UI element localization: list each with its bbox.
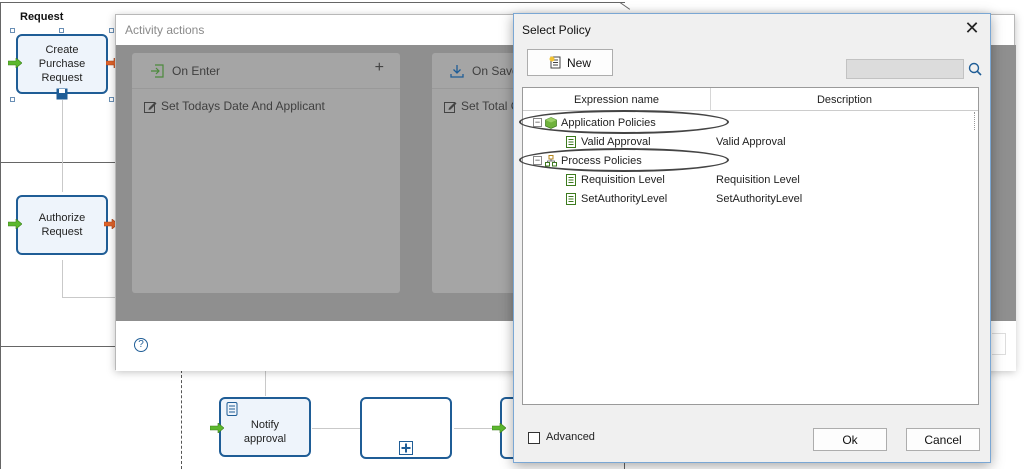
new-button-label: New (566, 55, 591, 70)
on-save-header: On Save (432, 53, 522, 89)
diagram-right-line (619, 2, 631, 10)
connector (62, 297, 122, 298)
add-action-icon[interactable]: + (375, 59, 384, 77)
task-label: Authorize Request (38, 212, 86, 238)
ok-button[interactable]: Ok (813, 428, 887, 451)
incoming-arrow-icon (8, 219, 22, 229)
action-item[interactable]: Set Total C (432, 89, 522, 113)
on-save-label: On Save (472, 63, 519, 78)
policy-document-icon (566, 193, 576, 205)
action-item-label: Set Todays Date And Applicant (161, 99, 325, 113)
select-policy-dialog: Select Policy ✕ New Expression name Desc… (513, 13, 991, 463)
script-icon (226, 402, 238, 416)
column-label: Expression name (574, 93, 659, 106)
cancel-button-label: Cancel (924, 432, 962, 447)
edit-icon (144, 101, 157, 113)
selection-handle[interactable] (59, 28, 64, 33)
column-header-expression-name[interactable]: Expression name (523, 88, 711, 111)
search-icon[interactable] (968, 62, 982, 76)
action-item-label: Set Total C (461, 99, 520, 113)
incoming-arrow-icon (492, 423, 506, 433)
selection-handle[interactable] (109, 28, 114, 33)
edit-icon (444, 101, 457, 113)
lane-vertical-border (0, 2, 1, 469)
action-item[interactable]: Set Todays Date And Applicant (132, 89, 400, 113)
expand-subprocess-icon[interactable] (399, 441, 413, 455)
incoming-arrow-icon (210, 423, 224, 433)
on-enter-header: On Enter (132, 53, 400, 89)
advanced-label: Advanced (546, 431, 595, 443)
dialog-title: Select Policy (522, 23, 591, 37)
lane-label: Request (20, 11, 64, 23)
selection-handle[interactable] (10, 97, 15, 102)
connector (62, 260, 63, 297)
search-input[interactable] (846, 59, 964, 79)
column-header-description[interactable]: Description (711, 88, 978, 111)
connector (62, 100, 63, 192)
enter-icon (151, 63, 164, 78)
policy-tree-grid: Expression name Description − Applicatio… (519, 87, 979, 405)
item-name: SetAuthorityLevel (581, 193, 668, 205)
policy-document-icon (566, 136, 576, 148)
tree-item-row[interactable]: Requisition Level Requisition Level (523, 171, 978, 190)
lane-dashed-border (181, 370, 182, 469)
item-description: Valid Approval (716, 136, 786, 148)
highlight-oval (519, 110, 729, 134)
incoming-arrow-icon (8, 58, 22, 68)
highlight-oval (519, 148, 729, 172)
cancel-button[interactable]: Cancel (906, 428, 980, 451)
item-name: Requisition Level (581, 174, 665, 186)
dialog-title: Activity actions (125, 23, 205, 37)
grid-header: Expression name Description (523, 88, 978, 111)
lane-divider (0, 162, 120, 163)
save-icon (56, 88, 68, 100)
task-label: Notify approval (243, 419, 287, 445)
on-enter-label: On Enter (172, 63, 221, 78)
on-save-panel: On Save Set Total C (432, 53, 522, 293)
lane-top-border (0, 2, 625, 3)
task-create-purchase-request[interactable]: Create Purchase Request (16, 34, 108, 94)
selection-handle[interactable] (109, 97, 114, 102)
new-button[interactable]: New (527, 49, 613, 76)
close-button[interactable]: ✕ (962, 18, 982, 39)
ok-button-label: Ok (842, 432, 858, 447)
item-description: Requisition Level (716, 174, 800, 186)
task-label: Create Purchase Request (38, 44, 86, 84)
item-name: Valid Approval (581, 136, 651, 148)
help-icon[interactable]: ? (134, 338, 148, 352)
connector (312, 428, 360, 429)
lane-divider (0, 346, 120, 347)
policy-document-icon (566, 174, 576, 186)
tree-item-row[interactable]: SetAuthorityLevel SetAuthorityLevel (523, 190, 978, 209)
download-icon (450, 64, 464, 78)
new-document-icon (549, 56, 561, 69)
task-authorize-request[interactable]: Authorize Request (16, 195, 108, 255)
item-description: SetAuthorityLevel (716, 193, 803, 205)
advanced-checkbox[interactable] (528, 432, 540, 444)
footer-button-partial[interactable] (992, 333, 1006, 355)
column-label: Description (816, 93, 873, 106)
selection-handle[interactable] (10, 28, 15, 33)
connector (265, 370, 266, 396)
on-enter-panel: On Enter + Set Todays Date And Applicant (132, 53, 400, 293)
